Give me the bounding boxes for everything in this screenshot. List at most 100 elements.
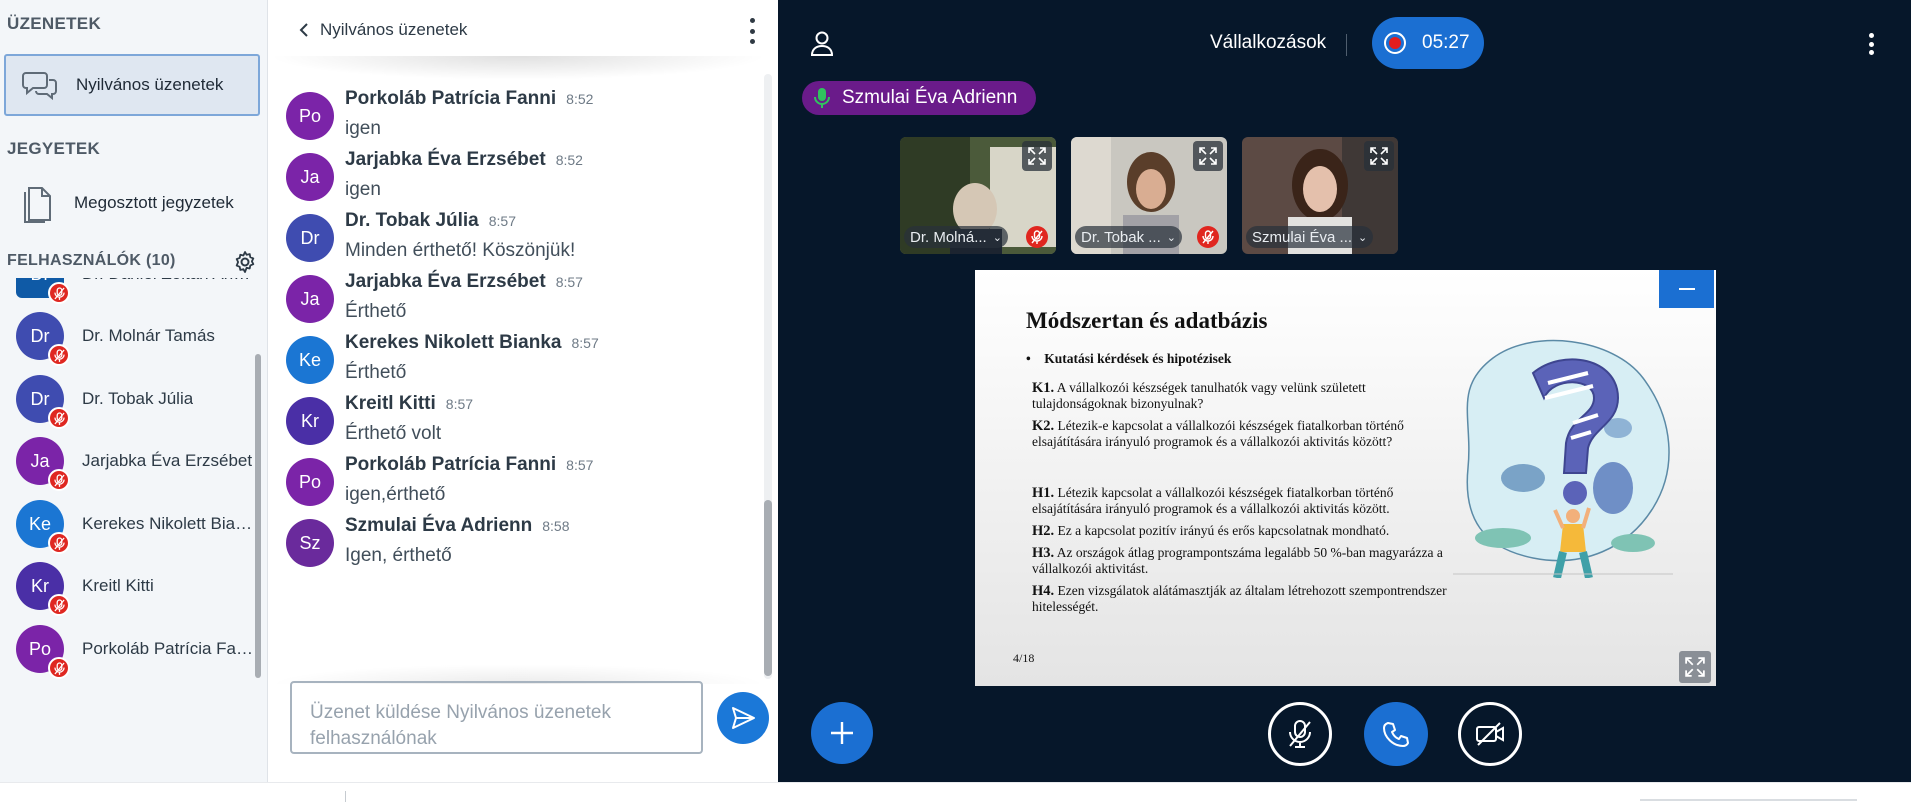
fullscreen-icon[interactable] [1022, 141, 1052, 171]
chat-header: Nyilvános üzenetek [268, 0, 778, 60]
microphone-icon [814, 88, 830, 108]
chat-scrollbar[interactable] [764, 74, 772, 679]
muted-mic-icon [48, 657, 70, 679]
public-chat-item[interactable]: Nyilvános üzenetek [4, 54, 260, 116]
document-icon [16, 181, 60, 225]
message-input[interactable]: Üzenet küldése Nyilvános üzenetek felhas… [290, 681, 703, 754]
divider [1640, 799, 1857, 801]
user-list-item[interactable]: Ke Kerekes Nikolett Bianka [0, 492, 256, 556]
fullscreen-presentation-button[interactable] [1679, 651, 1711, 683]
message-author: Szmulai Éva Adrienn 8:58 [345, 515, 570, 536]
video-tile[interactable]: Szmulai Éva ... ⌄ [1242, 137, 1398, 254]
chat-scrollbar-thumb[interactable] [764, 500, 772, 676]
chat-title[interactable]: Nyilvános üzenetek [320, 20, 467, 40]
user-list-item[interactable]: Kr Kreitl Kitti [0, 554, 256, 618]
slide-h4: H4. Ezen vizsgálatok alátámasztják az ál… [1032, 583, 1447, 614]
avatar: Kr [16, 562, 70, 616]
chevron-left-icon[interactable] [292, 18, 316, 42]
notes-section-title: JEGYETEK [7, 139, 101, 158]
camera-off-icon [1476, 722, 1504, 746]
user-list-item[interactable]: Po Porkoláb Patrícia Fanni [0, 617, 256, 681]
video-label[interactable]: Szmulai Éva ... ⌄ [1246, 226, 1374, 248]
user-name: Jarjabka Éva Erzsébet [82, 451, 253, 470]
user-name: Porkoláb Patrícia Fanni [82, 639, 256, 658]
user-name: Dr. Dániel Zoltán András [82, 278, 256, 284]
mute-microphone-button[interactable] [1268, 702, 1332, 766]
actions-button[interactable] [811, 702, 873, 764]
camera-button[interactable] [1458, 702, 1522, 766]
chat-message: Kr Kreitl Kitti 8:57 Érthető volt [286, 387, 746, 457]
fullscreen-icon[interactable] [1364, 141, 1394, 171]
message-author: Dr. Tobak Júlia 8:57 [345, 210, 516, 231]
app-window: ÜZENETEK Nyilvános üzenetek JEGYETEK Meg… [0, 0, 1911, 802]
fullscreen-icon [1685, 657, 1705, 677]
slide-title: Módszertan és adatbázis [1026, 308, 1268, 333]
message-author: Kerekes Nikolett Bianka 8:57 [345, 332, 599, 353]
public-chat-label: Nyilvános üzenetek [76, 75, 224, 94]
avatar: Kr [286, 397, 334, 445]
shared-notes-item[interactable]: Megosztott jegyzetek [4, 175, 260, 231]
talking-indicator: Szmulai Éva Adrienn [802, 81, 1036, 115]
user-list[interactable]: Dr Dr. Dániel Zoltán András Dr Dr. Molnár T… [0, 278, 256, 782]
more-options-icon[interactable] [748, 18, 756, 44]
options-menu-icon[interactable] [1867, 33, 1875, 55]
fullscreen-icon[interactable] [1193, 141, 1223, 171]
video-label[interactable]: Dr. Tobak ... ⌄ [1075, 226, 1182, 248]
muted-mic-icon [48, 469, 70, 491]
messages-section-title: ÜZENETEK [7, 14, 102, 33]
send-button[interactable] [717, 692, 769, 744]
message-author: Porkoláb Patrícia Fanni 8:52 [345, 88, 594, 109]
meeting-stage: Vállalkozások 05:27 Szmulai Éva Adrienn … [778, 0, 1911, 782]
minus-icon [1678, 288, 1695, 290]
send-icon [732, 707, 755, 729]
slide-h2: H2. Ez a kapcsolat pozitív irányú és erő… [1032, 523, 1390, 539]
muted-mic-icon [48, 407, 70, 429]
message-time: 8:52 [555, 152, 583, 168]
user-list-item[interactable]: Dr Dr. Tobak Júlia [0, 367, 256, 431]
user-list-item[interactable]: Dr Dr. Molnár Tamás [0, 304, 256, 368]
chat-bubbles-icon [18, 63, 62, 107]
chat-message: Ja Jarjabka Éva Erzsébet 8:52 igen [286, 143, 746, 213]
phone-icon [1383, 722, 1409, 747]
avatar: Dr [16, 312, 70, 366]
video-tile[interactable]: Dr. Tobak ... ⌄ [1071, 137, 1227, 254]
divider [345, 791, 346, 802]
audio-phone-button[interactable] [1364, 702, 1428, 766]
message-text: Igen, érthető [345, 545, 452, 566]
video-tile[interactable]: Dr. Molná... ⌄ [900, 137, 1056, 254]
message-time: 8:57 [571, 335, 599, 351]
user-list-scrollbar[interactable] [255, 354, 261, 678]
user-name: Dr. Molnár Tamás [82, 326, 215, 345]
message-author: Kreitl Kitti 8:57 [345, 393, 474, 414]
presentation-slide[interactable]: Módszertan és adatbázis • Kutatási kérdé… [975, 270, 1716, 686]
message-text: igen [345, 179, 381, 200]
question-mark-illustration [1453, 339, 1673, 578]
avatar: Sz [286, 519, 334, 567]
avatar: Dr [16, 278, 70, 304]
message-time: 8:57 [566, 457, 594, 473]
minimize-presentation-button[interactable] [1659, 270, 1714, 308]
avatar: Po [16, 625, 70, 679]
message-text: Érthető [345, 362, 407, 383]
plus-icon [831, 722, 853, 744]
gear-icon[interactable] [233, 250, 257, 274]
avatar: Po [286, 92, 334, 140]
message-time: 8:57 [445, 396, 474, 412]
chat-message: Po Porkoláb Patrícia Fanni 8:52 igen [286, 82, 746, 152]
user-list-item[interactable]: Ja Jarjabka Éva Erzsébet [0, 429, 256, 493]
video-label[interactable]: Dr. Molná... ⌄ [904, 226, 1008, 248]
message-text: Érthető [345, 301, 407, 322]
message-time: 8:58 [542, 518, 570, 534]
recording-indicator[interactable]: 05:27 [1372, 17, 1484, 69]
user-icon[interactable] [810, 30, 834, 56]
sidebar: ÜZENETEK Nyilvános üzenetek JEGYETEK Meg… [0, 0, 268, 782]
chat-message: Ja Jarjabka Éva Erzsébet 8:57 Érthető [286, 265, 746, 335]
user-list-item[interactable]: Dr Dr. Dániel Zoltán András [0, 278, 256, 306]
scroll-shadow [268, 56, 768, 80]
message-author: Jarjabka Éva Erzsébet 8:57 [345, 271, 583, 292]
browser-footer [0, 782, 1911, 802]
talking-user-name: Szmulai Éva Adrienn [842, 87, 1018, 108]
shared-notes-label: Megosztott jegyzetek [74, 193, 234, 212]
divider [1346, 34, 1347, 56]
users-section-title: FELHASZNÁLÓK (10) [7, 252, 176, 269]
